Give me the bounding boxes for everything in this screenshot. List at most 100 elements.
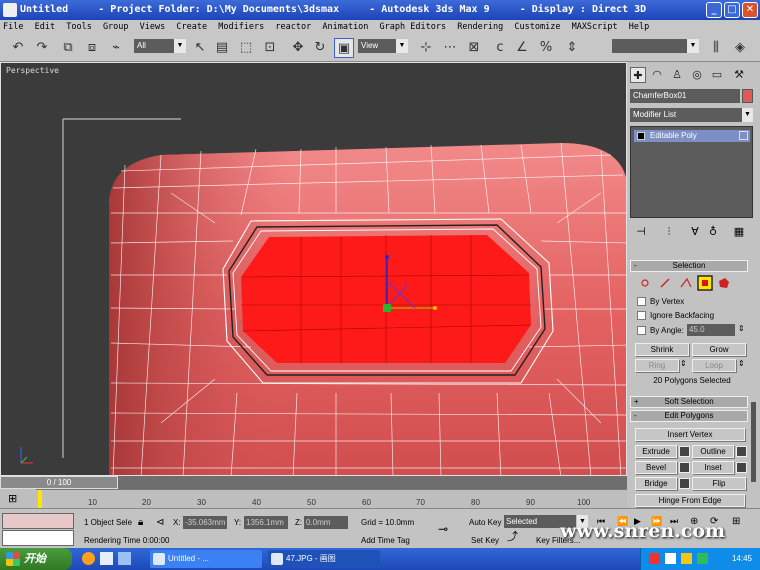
- maxscript-listener-field[interactable]: [2, 513, 74, 529]
- show-end-result-icon[interactable]: ⫶: [660, 224, 678, 240]
- make-unique-icon[interactable]: ∀: [686, 224, 704, 240]
- task-3dsmax[interactable]: Untitled - ...: [150, 550, 262, 568]
- tray-volume-icon[interactable]: [697, 553, 708, 564]
- quicklaunch-explorer-icon[interactable]: [118, 552, 131, 565]
- menu-modifiers[interactable]: Modifiers: [215, 20, 267, 35]
- clock[interactable]: 14:45: [732, 554, 752, 563]
- maximize-button[interactable]: □: [724, 2, 740, 18]
- element-icon[interactable]: [719, 278, 729, 288]
- set-keys-icon[interactable]: ⤴: [507, 531, 518, 544]
- tray-app-icon[interactable]: [649, 553, 660, 564]
- time-slider-track[interactable]: 0 / 100: [0, 476, 627, 489]
- lock-selection-icon[interactable]: 🔒︎: [138, 516, 143, 529]
- rotate-icon[interactable]: ↻: [310, 38, 330, 58]
- named-selection-dropdown[interactable]: ▼: [612, 39, 699, 53]
- keyboard-shortcut-icon[interactable]: ⊠: [464, 38, 484, 58]
- select-link-icon[interactable]: ⧉: [58, 38, 78, 58]
- time-slider-thumb[interactable]: 0 / 100: [0, 476, 118, 489]
- menu-create[interactable]: Create: [173, 20, 210, 35]
- spinner-icon[interactable]: ⇕: [738, 324, 745, 333]
- by-angle-checkbox[interactable]: [637, 326, 646, 335]
- modifier-list-dropdown[interactable]: Modifier List ▼: [630, 108, 753, 122]
- ring-spinner-icon[interactable]: ⇕: [680, 359, 687, 368]
- tray-security-icon[interactable]: [681, 553, 692, 564]
- by-vertex-checkbox[interactable]: [637, 297, 646, 306]
- perspective-viewport[interactable]: Perspective: [0, 62, 627, 476]
- bevel-settings-button[interactable]: [679, 462, 690, 473]
- modifier-stack[interactable]: Editable Poly: [630, 126, 753, 218]
- edge-icon[interactable]: [660, 278, 670, 288]
- curve-editor-icon[interactable]: ⊞: [8, 492, 17, 505]
- stack-item-editable-poly[interactable]: Editable Poly: [634, 130, 750, 142]
- y-coordinate-field[interactable]: 1356.1mm: [244, 516, 288, 529]
- set-key-button[interactable]: Set Key: [471, 534, 499, 547]
- menu-maxscript[interactable]: MAXScript: [569, 20, 621, 35]
- modifier-toggle-icon[interactable]: [739, 131, 748, 140]
- shrink-button[interactable]: Shrink: [635, 343, 689, 356]
- object-name-field[interactable]: ChamferBox01: [630, 89, 740, 103]
- inset-button[interactable]: Inset: [692, 461, 734, 474]
- add-time-tag-button[interactable]: Add Time Tag: [361, 534, 410, 547]
- select-manipulate-icon[interactable]: ⋯: [440, 38, 460, 58]
- menu-views[interactable]: Views: [137, 20, 169, 35]
- remove-modifier-icon[interactable]: ♁: [704, 224, 722, 240]
- redo-icon[interactable]: ↷: [32, 38, 52, 58]
- bind-space-warp-icon[interactable]: ⌁: [106, 38, 126, 58]
- quicklaunch-ie-icon[interactable]: [82, 552, 95, 565]
- selection-rollout-header[interactable]: - Selection: [630, 260, 748, 272]
- mirror-icon[interactable]: ⫼: [706, 38, 726, 58]
- outline-button[interactable]: Outline: [692, 445, 734, 458]
- loop-button[interactable]: Loop: [692, 359, 736, 372]
- absolute-mode-icon[interactable]: ⊲: [156, 516, 164, 529]
- unlink-icon[interactable]: ⧈: [82, 38, 102, 58]
- move-icon[interactable]: ✥: [288, 38, 308, 58]
- expand-icon[interactable]: [637, 132, 645, 140]
- key-icon[interactable]: ⊸: [438, 523, 448, 536]
- bevel-button[interactable]: Bevel: [635, 461, 677, 474]
- selection-filter-dropdown[interactable]: All ▼: [134, 39, 186, 53]
- object-color-swatch[interactable]: [742, 89, 753, 103]
- menu-group[interactable]: Group: [100, 20, 132, 35]
- scale-icon[interactable]: ▣: [334, 38, 354, 58]
- ring-button[interactable]: Ring: [635, 359, 679, 372]
- inset-settings-button[interactable]: [736, 462, 747, 473]
- menu-file[interactable]: File: [0, 20, 26, 35]
- x-coordinate-field[interactable]: -35.063mm: [183, 516, 227, 529]
- align-icon[interactable]: ◈: [730, 38, 750, 58]
- bridge-settings-button[interactable]: [679, 478, 690, 489]
- window-crossing-icon[interactable]: ⊡: [260, 38, 280, 58]
- menu-tools[interactable]: Tools: [63, 20, 95, 35]
- bridge-button[interactable]: Bridge: [635, 477, 677, 490]
- zoom-extents-icon[interactable]: ⊞: [732, 515, 740, 528]
- percent-snap-icon[interactable]: %: [536, 38, 556, 58]
- loop-spinner-icon[interactable]: ⇕: [738, 359, 745, 368]
- z-coordinate-field[interactable]: 0.0mm: [304, 516, 348, 529]
- maxscript-output-field[interactable]: [2, 530, 74, 546]
- grow-button[interactable]: Grow: [692, 343, 746, 356]
- flip-button[interactable]: Flip: [692, 477, 746, 490]
- vertex-icon[interactable]: [641, 279, 649, 287]
- menu-help[interactable]: Help: [626, 20, 652, 35]
- menu-reactor[interactable]: reactor: [272, 20, 314, 35]
- menu-graph-editors[interactable]: Graph Editors: [377, 20, 450, 35]
- select-object-icon[interactable]: ↖: [190, 38, 210, 58]
- angle-snap-icon[interactable]: ∠: [512, 38, 532, 58]
- ignore-backfacing-checkbox[interactable]: [637, 311, 646, 320]
- edit-polygons-rollout-header[interactable]: - Edit Polygons: [630, 410, 748, 422]
- pin-stack-icon[interactable]: ⊣: [632, 224, 650, 240]
- snap-toggle-icon[interactable]: ᴄ: [490, 38, 510, 58]
- start-button[interactable]: 开始: [0, 548, 72, 570]
- app-icon[interactable]: [3, 3, 17, 17]
- border-icon[interactable]: [680, 277, 692, 288]
- tray-network-icon[interactable]: [665, 553, 676, 564]
- close-button[interactable]: ✕: [742, 2, 758, 18]
- motion-tab-icon[interactable]: ◎: [689, 67, 705, 83]
- pivot-center-icon[interactable]: ⊹: [416, 38, 436, 58]
- extrude-settings-button[interactable]: [679, 446, 690, 457]
- hinge-from-edge-button[interactable]: Hinge From Edge: [635, 494, 745, 507]
- by-angle-field[interactable]: 45.0: [687, 324, 735, 336]
- display-tab-icon[interactable]: ▭: [709, 67, 725, 83]
- extrude-button[interactable]: Extrude: [635, 445, 677, 458]
- menu-edit[interactable]: Edit: [32, 20, 58, 35]
- panel-scrollbar[interactable]: [751, 402, 756, 482]
